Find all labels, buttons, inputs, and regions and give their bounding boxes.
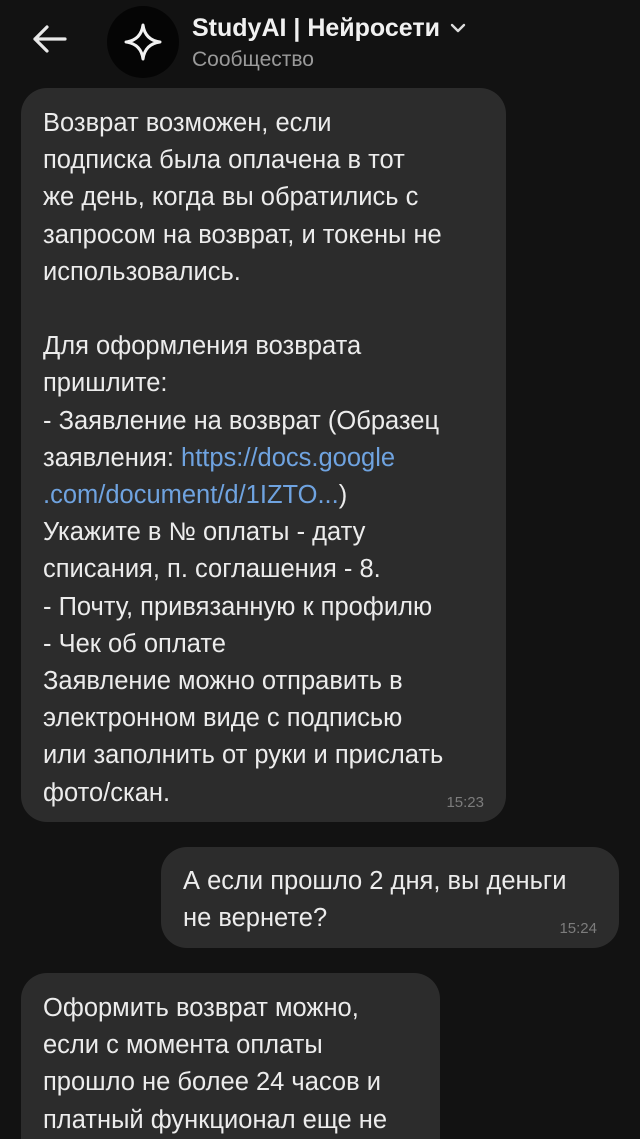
message-text: Оформить возврат можно, если с момента о…	[43, 994, 388, 1134]
message-timestamp: 15:24	[559, 920, 597, 937]
chat-header: StudyAI | Нейросети Сообщество	[0, 0, 640, 84]
message-timestamp: 15:23	[446, 794, 484, 811]
message-text: Возврат возможен, если подписка была опл…	[43, 109, 444, 807]
message-bubble-outgoing[interactable]: А если прошло 2 дня, вы деньги не вернет…	[161, 847, 619, 948]
message-bubble-incoming[interactable]: Оформить возврат можно, если с момента о…	[21, 973, 440, 1139]
chat-subtitle: Сообщество	[192, 48, 314, 71]
chevron-down-icon[interactable]	[448, 18, 468, 38]
message-text: А если прошло 2 дня, вы деньги не вернет…	[183, 867, 567, 933]
chat-title-block[interactable]: StudyAI | Нейросети Сообщество	[192, 10, 612, 72]
sparkle-star-icon	[124, 23, 162, 61]
chat-title: StudyAI | Нейросети	[192, 13, 440, 42]
message-bubble-incoming[interactable]: Возврат возможен, если подписка была опл…	[21, 88, 506, 822]
arrow-left-icon	[33, 25, 67, 53]
back-button[interactable]	[26, 18, 72, 60]
community-avatar[interactable]	[107, 6, 179, 78]
